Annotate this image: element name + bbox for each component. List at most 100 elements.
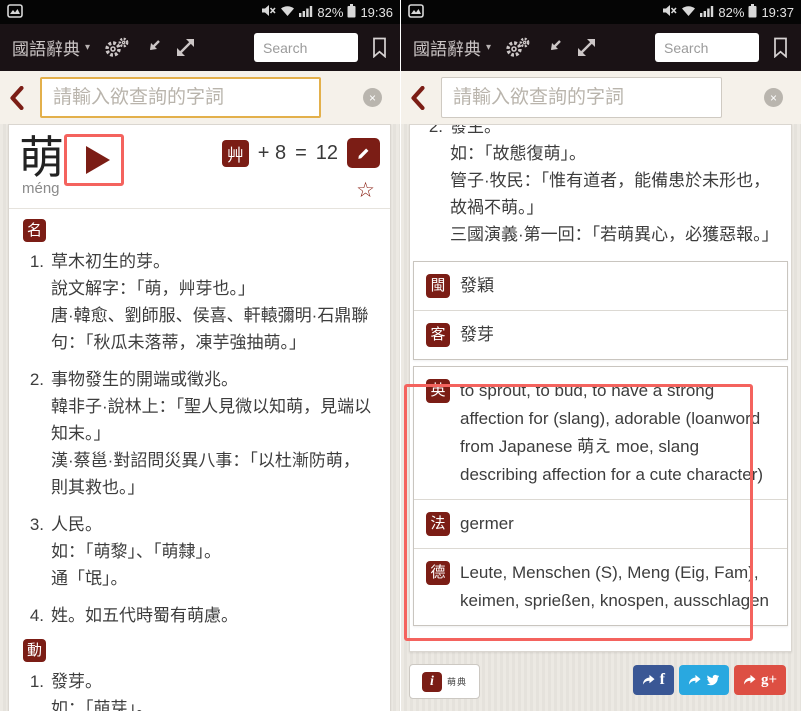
wifi-icon bbox=[681, 5, 696, 20]
chevron-down-icon: ▾ bbox=[486, 42, 492, 53]
definition-line: 三國演義·第一回：「若萌異心，必獲惡報。」 bbox=[450, 225, 779, 244]
close-icon: × bbox=[769, 90, 777, 105]
query-input[interactable] bbox=[441, 77, 722, 118]
shrink-font-icon[interactable] bbox=[544, 38, 563, 57]
definition-item: 2. 發生。 如：「故態復萌」。 管子·牧民：「惟有道者，能備患於未形也，故禍不… bbox=[422, 124, 783, 248]
info-icon: i bbox=[422, 671, 442, 692]
headword: 萌 bbox=[19, 132, 65, 183]
radical-stroke-info: 艸 + 8 = 12 bbox=[221, 138, 380, 168]
definition-number: 2. bbox=[428, 124, 443, 136]
dictionary-switcher[interactable]: 國語辭典 ▾ bbox=[12, 35, 90, 60]
status-time: 19:37 bbox=[761, 4, 794, 20]
translation-row: 英 to sprout, to bud, to have a strong af… bbox=[414, 367, 787, 499]
definition-item: 4. 姓。如五代時蜀有萌慮。 bbox=[23, 602, 382, 629]
definition-number: 1. bbox=[29, 252, 44, 271]
facebook-icon: f bbox=[659, 671, 665, 688]
definition-line: 人民。 bbox=[51, 515, 102, 534]
dict-name: 萌典 bbox=[447, 677, 468, 687]
shrink-font-icon[interactable] bbox=[143, 38, 162, 57]
dialect-text: 發芽 bbox=[460, 325, 494, 344]
share-arrow-icon bbox=[642, 674, 655, 685]
translation-row: 德 Leute, Menschen (S), Meng (Eig, Fam), … bbox=[414, 548, 787, 625]
app-bar: 國語辭典 ▾ bbox=[0, 24, 400, 71]
edit-pencil-button[interactable] bbox=[347, 138, 380, 168]
translation-text: to sprout, to bud, to have a strong affe… bbox=[460, 381, 764, 484]
clear-input-button[interactable]: × bbox=[764, 88, 783, 107]
enlarge-font-icon[interactable] bbox=[175, 37, 196, 58]
entry-card: 萌 ㄇ ㄥ ˊ 艸 + 8 = 12 méng ☆ 名 1. bbox=[8, 124, 391, 711]
definition-line: 通「氓」。 bbox=[51, 569, 128, 588]
definition-line: 說文解字：「萌，艸芽也。」 bbox=[51, 279, 255, 298]
lang-badge-min: 閩 bbox=[426, 274, 450, 298]
battery-percent: 82% bbox=[317, 4, 344, 20]
back-button[interactable] bbox=[9, 85, 33, 110]
definition-item: 1. 發芽。 如：「萌芽」。 bbox=[23, 668, 382, 711]
dialect-text: 發穎 bbox=[460, 276, 494, 295]
radical-badge[interactable]: 艸 bbox=[221, 139, 249, 167]
close-icon: × bbox=[368, 90, 376, 105]
definition-line: 發生。 bbox=[450, 124, 501, 136]
query-bar: × bbox=[401, 71, 801, 124]
definition-line: 發芽。 bbox=[51, 672, 102, 691]
mute-icon bbox=[662, 4, 678, 20]
toolbar-search-input[interactable] bbox=[254, 33, 358, 62]
dictionary-switcher[interactable]: 國語辭典 ▾ bbox=[413, 35, 491, 60]
settings-gears-icon[interactable] bbox=[504, 37, 531, 59]
translation-row: 法 germer bbox=[414, 499, 787, 548]
definition-line: 如：「萌黎」、「萌隸」。 bbox=[51, 542, 221, 561]
chevron-down-icon: ▾ bbox=[85, 42, 91, 53]
dialect-row: 閩 發穎 bbox=[414, 262, 787, 310]
translation-text: germer bbox=[460, 514, 514, 533]
translation-text: Leute, Menschen (S), Meng (Eig, Fam), ke… bbox=[460, 563, 770, 610]
bookmark-icon[interactable] bbox=[772, 37, 789, 58]
pencil-icon bbox=[358, 148, 369, 159]
share-googleplus-button[interactable]: g+ bbox=[733, 665, 786, 695]
highlight-annotation bbox=[64, 134, 124, 186]
query-input[interactable] bbox=[40, 77, 321, 118]
query-bar: × bbox=[0, 71, 400, 124]
lang-badge-hakka: 客 bbox=[426, 323, 450, 347]
total-strokes: 12 bbox=[315, 141, 338, 164]
share-facebook-button[interactable]: f bbox=[632, 665, 674, 695]
stroke-plus: + 8 bbox=[257, 141, 287, 164]
battery-percent: 82% bbox=[718, 4, 745, 20]
definition-line: 如：「故態復萌」。 bbox=[450, 144, 586, 163]
definition-item: 2. 事物發生的開端或徵兆。 韓非子·說林上：「聖人見微以知萌，見端以知末。」 … bbox=[23, 366, 382, 501]
favorite-star-icon[interactable]: ☆ bbox=[356, 178, 375, 203]
status-time: 19:36 bbox=[360, 4, 393, 20]
phone-screen-left: 82% 19:36 國語辭典 ▾ × bbox=[0, 0, 400, 711]
definition-line: 如：「萌芽」。 bbox=[51, 699, 153, 711]
toolbar-search-input[interactable] bbox=[655, 33, 759, 62]
twitter-bird-icon bbox=[706, 674, 719, 686]
equals-sign: = bbox=[295, 141, 307, 164]
dialect-row: 客 發芽 bbox=[414, 310, 787, 359]
phone-screen-right: 82% 19:37 國語辭典 ▾ × bbox=[401, 0, 801, 711]
googleplus-icon: g+ bbox=[760, 671, 777, 688]
dialect-box: 閩 發穎 客 發芽 bbox=[413, 261, 788, 360]
share-twitter-button[interactable] bbox=[678, 665, 729, 695]
definition-item: 1. 草木初生的芽。 說文解字：「萌，艸芽也。」 唐·韓愈、劉師服、侯喜、軒轅彌… bbox=[23, 248, 382, 356]
definition-line: 漢·蔡邕·對詔問災異八事：「以杜漸防萌，則其救也。」 bbox=[51, 451, 360, 497]
play-audio-button[interactable] bbox=[76, 142, 112, 178]
entry-card: 2. 發生。 如：「故態復萌」。 管子·牧民：「惟有道者，能備患於未形也，故禍不… bbox=[409, 124, 792, 652]
mute-icon bbox=[261, 4, 277, 20]
back-button[interactable] bbox=[410, 85, 434, 110]
pos-badge-noun: 名 bbox=[23, 219, 46, 242]
definition-item: 3. 人民。 如：「萌黎」、「萌隸」。 通「氓」。 bbox=[23, 511, 382, 592]
definitions: 2. 發生。 如：「故態復萌」。 管子·牧民：「惟有道者，能備患於未形也，故禍不… bbox=[410, 124, 791, 248]
pinyin: méng bbox=[22, 180, 60, 197]
bookmark-icon[interactable] bbox=[371, 37, 388, 58]
wifi-icon bbox=[280, 5, 295, 20]
settings-gears-icon[interactable] bbox=[103, 37, 130, 59]
share-arrow-icon bbox=[743, 674, 756, 685]
status-bar: 82% 19:36 bbox=[0, 0, 400, 24]
definition-number: 2. bbox=[29, 370, 44, 389]
clear-input-button[interactable]: × bbox=[363, 88, 382, 107]
signal-icon bbox=[700, 5, 714, 20]
enlarge-font-icon[interactable] bbox=[576, 37, 597, 58]
signal-icon bbox=[299, 5, 313, 20]
dict-info-button[interactable]: i 萌典 bbox=[409, 664, 481, 699]
definitions: 名 1. 草木初生的芽。 說文解字：「萌，艸芽也。」 唐·韓愈、劉師服、侯喜、軒… bbox=[9, 219, 390, 711]
app-title: 國語辭典 bbox=[413, 40, 481, 59]
battery-icon bbox=[347, 3, 356, 21]
